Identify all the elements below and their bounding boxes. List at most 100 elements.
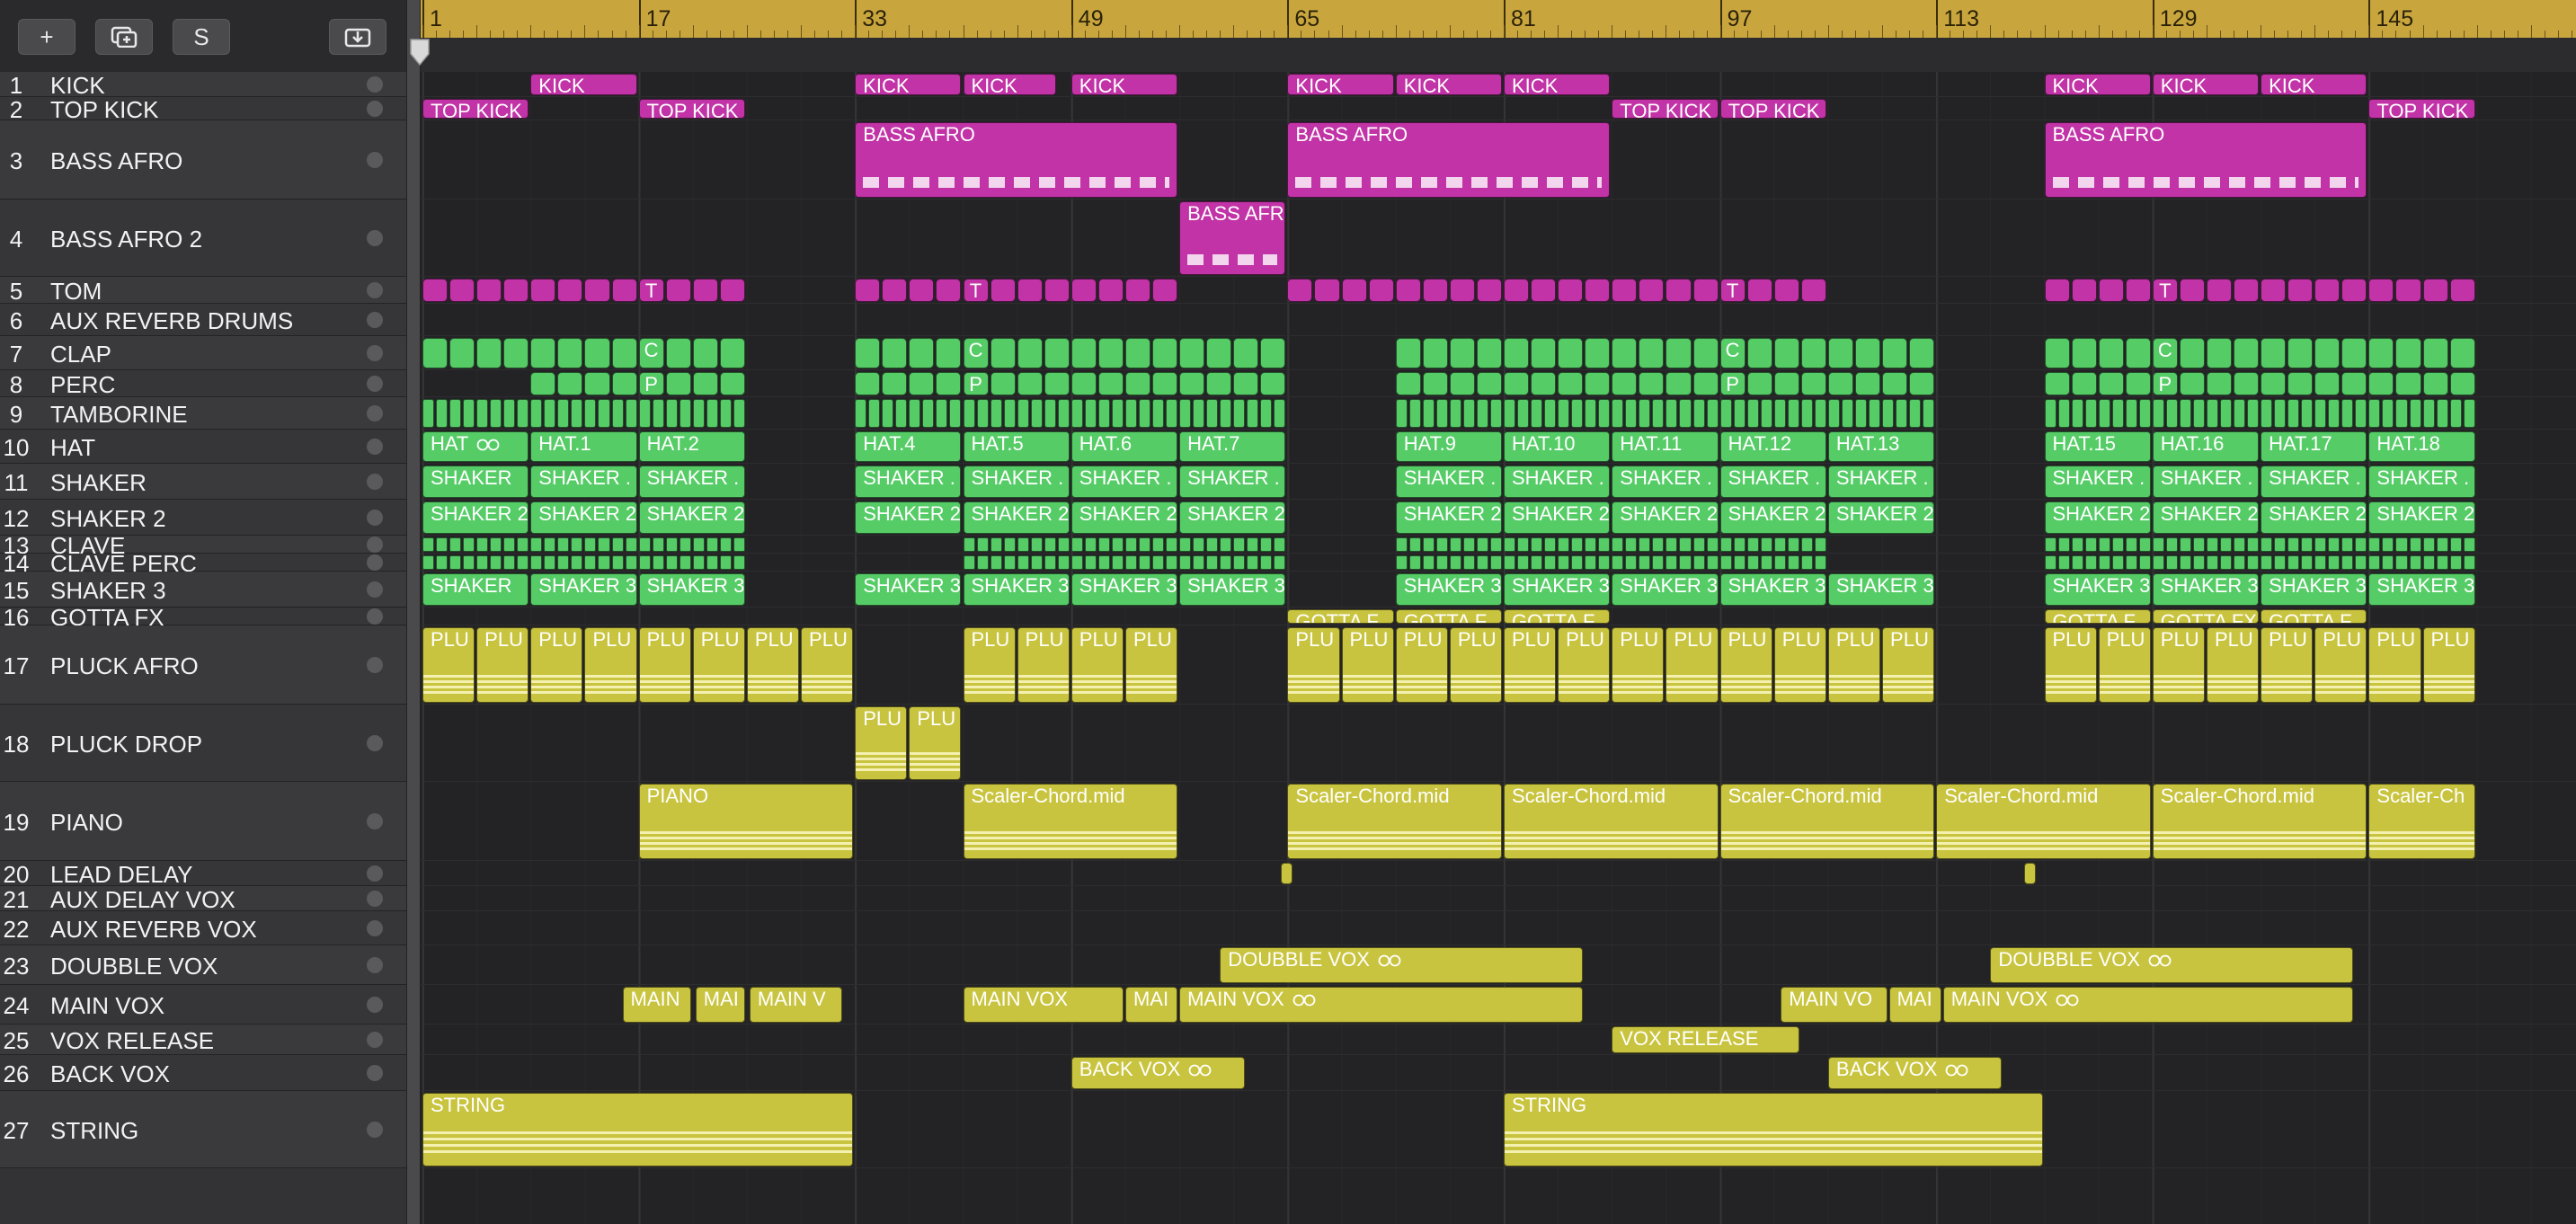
region[interactable] (1896, 399, 1908, 428)
region[interactable]: SHAKER . (2368, 466, 2475, 498)
region[interactable] (1787, 555, 1799, 570)
region[interactable] (571, 555, 583, 570)
region[interactable] (1692, 279, 1719, 302)
region[interactable] (1666, 555, 1678, 570)
region[interactable]: SHAKER . (1504, 466, 1611, 498)
region[interactable] (2422, 338, 2448, 368)
track-header[interactable]: 21 AUX DELAY VOX (0, 886, 406, 911)
region[interactable] (2179, 372, 2205, 395)
region[interactable] (1746, 279, 1772, 302)
region[interactable] (1760, 555, 1772, 570)
region[interactable]: PLU (1719, 627, 1772, 703)
region[interactable]: KICK (2044, 74, 2151, 95)
region[interactable] (2368, 555, 2381, 570)
region[interactable]: MAIN VOX (1942, 987, 2354, 1023)
region[interactable] (990, 338, 1016, 368)
region[interactable]: SHAKER 2 (2044, 501, 2151, 534)
region[interactable] (1544, 399, 1557, 428)
region[interactable] (1558, 372, 1584, 395)
region[interactable] (584, 555, 597, 570)
region[interactable] (530, 372, 556, 395)
record-enable-icon[interactable] (367, 865, 383, 882)
region[interactable] (2355, 399, 2367, 428)
region[interactable] (503, 555, 516, 570)
region[interactable] (571, 537, 583, 552)
record-enable-icon[interactable] (367, 997, 383, 1013)
region[interactable] (1084, 537, 1097, 552)
record-enable-icon[interactable] (367, 376, 383, 392)
region[interactable] (1220, 555, 1232, 570)
region[interactable] (2125, 372, 2151, 395)
region[interactable] (1449, 338, 1475, 368)
region[interactable] (1097, 372, 1124, 395)
region[interactable]: PLU (1882, 627, 1935, 703)
region[interactable] (1017, 279, 1043, 302)
region[interactable] (733, 537, 745, 552)
region[interactable] (2138, 399, 2151, 428)
region[interactable]: Scaler-Ch (2368, 784, 2475, 859)
region[interactable] (1476, 537, 1488, 552)
region[interactable] (1124, 399, 1137, 428)
region[interactable]: SHAKER . (530, 466, 637, 498)
region[interactable] (1314, 279, 1340, 302)
region[interactable] (1746, 537, 1759, 552)
region[interactable] (1706, 537, 1719, 552)
region[interactable] (1558, 537, 1570, 552)
region[interactable] (2206, 555, 2218, 570)
region[interactable] (2382, 555, 2394, 570)
region[interactable]: SHAKER . (1719, 466, 1826, 498)
region[interactable] (1504, 555, 1516, 570)
region[interactable]: SHAKER 3 (2152, 573, 2260, 606)
region[interactable] (1057, 537, 1070, 552)
region[interactable]: HAT.18 (2368, 431, 2475, 462)
region[interactable] (449, 555, 462, 570)
region[interactable] (1395, 338, 1421, 368)
region[interactable] (2341, 338, 2367, 368)
region[interactable] (557, 279, 583, 302)
region[interactable] (584, 399, 597, 428)
region[interactable] (2111, 399, 2124, 428)
region[interactable] (2179, 399, 2191, 428)
region[interactable] (2368, 399, 2381, 428)
region[interactable] (1233, 399, 1246, 428)
region[interactable] (692, 372, 718, 395)
region[interactable]: STRING (1504, 1093, 2043, 1166)
region[interactable]: SHAKER 2 (2368, 501, 2475, 534)
region[interactable] (2314, 399, 2327, 428)
region[interactable]: SHAKER 3 (1179, 573, 1286, 606)
region[interactable] (2084, 399, 2097, 428)
region[interactable] (1138, 399, 1151, 428)
track-header[interactable]: 22 AUX REVERB VOX (0, 911, 406, 945)
region[interactable] (571, 399, 583, 428)
region[interactable] (1706, 555, 1719, 570)
region[interactable]: PLU (2368, 627, 2421, 703)
region[interactable]: TOP KICK (1612, 99, 1719, 119)
region[interactable] (1449, 279, 1475, 302)
region[interactable] (1017, 399, 1029, 428)
region[interactable] (2274, 399, 2287, 428)
region[interactable] (517, 399, 529, 428)
region[interactable] (1692, 338, 1719, 368)
region[interactable] (2044, 399, 2056, 428)
region[interactable] (2287, 372, 2314, 395)
region[interactable] (963, 555, 975, 570)
region[interactable] (895, 399, 908, 428)
region[interactable] (2368, 372, 2394, 395)
region[interactable] (1909, 338, 1935, 368)
region[interactable] (1504, 537, 1516, 552)
region[interactable] (1395, 555, 1408, 570)
region[interactable] (2179, 279, 2205, 302)
region[interactable] (1773, 338, 1799, 368)
region[interactable] (611, 338, 637, 368)
region[interactable] (2409, 537, 2421, 552)
region[interactable] (1003, 399, 1016, 428)
region[interactable] (1719, 555, 1732, 570)
region[interactable] (882, 399, 894, 428)
region[interactable] (2098, 372, 2124, 395)
region[interactable] (1274, 399, 1286, 428)
region[interactable] (665, 537, 678, 552)
region[interactable] (1652, 537, 1665, 552)
region[interactable] (1124, 537, 1137, 552)
region[interactable] (976, 399, 989, 428)
region[interactable]: SHAKER . (2044, 466, 2151, 498)
